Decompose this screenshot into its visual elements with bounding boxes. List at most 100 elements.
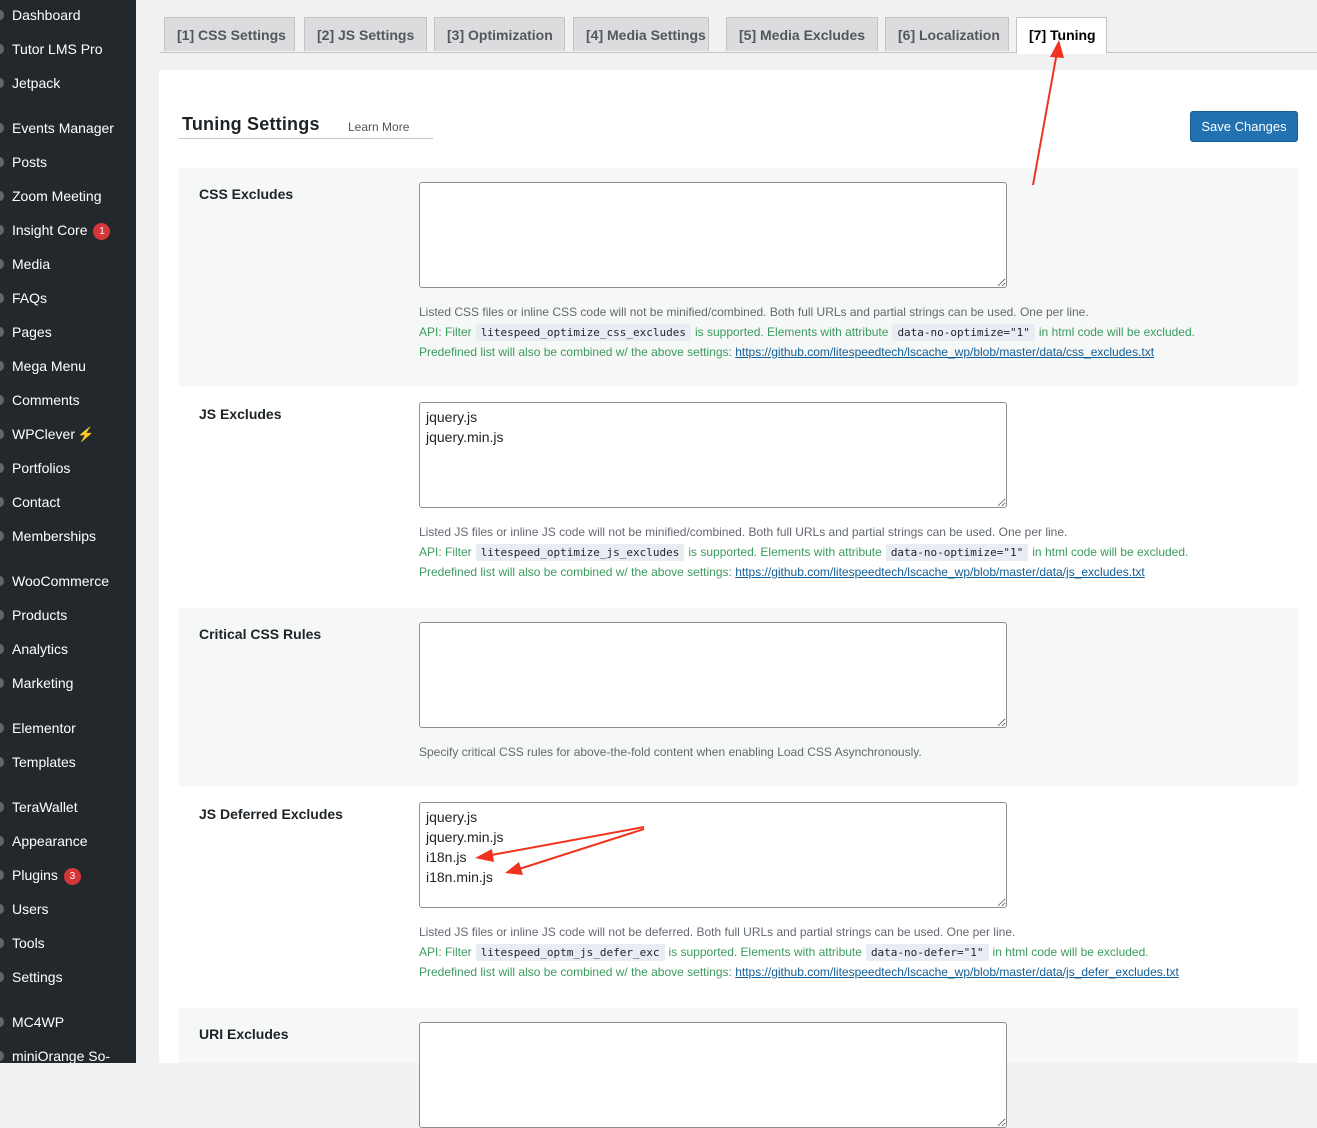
sidebar-item-dashboard[interactable]: Dashboard [0,0,136,30]
api-filter-code: litespeed_optimize_js_excludes [475,544,685,561]
sidebar-item-products[interactable]: Products [0,600,136,630]
sidebar-item-analytics[interactable]: Analytics [0,634,136,664]
sidebar-item-label: Analytics [12,634,68,664]
sidebar-item-miniorange-so[interactable]: miniOrange So- [0,1041,136,1063]
sidebar-item-label: Mega Menu [12,351,86,381]
sidebar-item-label: Products [12,600,67,630]
uri-excludes-textarea[interactable] [419,1022,1007,1128]
css-excludes-textarea[interactable] [419,182,1007,288]
tab-media-excludes[interactable]: [5] Media Excludes [726,17,878,51]
sidebar-item-contact[interactable]: Contact [0,487,136,517]
tab-localization[interactable]: [6] Localization [885,17,1009,51]
sidebar-item-plugins[interactable]: Plugins 3 [0,860,136,890]
sidebar-item-marketing[interactable]: Marketing [0,668,136,698]
sidebar-item-text: Media [12,256,51,272]
sidebar-item-memberships[interactable]: Memberships [0,521,136,551]
sidebar-item-faqs[interactable]: FAQs [0,283,136,313]
sidebar-item-label: FAQs [12,283,47,313]
sidebar-item-pages[interactable]: Pages [0,317,136,347]
critical-css-textarea[interactable] [419,622,1007,728]
sidebar-item-appearance[interactable]: Appearance [0,826,136,856]
sidebar-item-label: Media [12,249,50,279]
sidebar-item-posts[interactable]: Posts [0,147,136,177]
sidebar-item-text: Settings [12,969,63,985]
uri-excludes-label: URI Excludes [199,1026,289,1042]
menu-icon [0,644,4,654]
js-excludes-row: JS Excludes jquery.js jquery.min.js List… [179,388,1298,606]
api-mid: is supported. Elements with attribute [695,325,889,339]
css-excludes-label: CSS Excludes [199,186,294,202]
js-excludes-textarea[interactable]: jquery.js jquery.min.js [419,402,1007,508]
api-mid: is supported. Elements with attribute [668,945,862,959]
admin-sidebar: Dashboard Tutor LMS Pro Jetpack Events Mana… [0,0,136,1063]
sidebar-item-text: MC4WP [12,1014,65,1030]
js-excludes-predefined-link[interactable]: https://github.com/litespeedtech/lscache… [735,565,1145,579]
sidebar-item-label: Posts [12,147,47,177]
sidebar-item-text: Mega Menu [12,358,86,374]
tab-tuning[interactable]: [7] Tuning [1016,17,1107,54]
title-divider [179,138,433,139]
js-deferred-textarea[interactable]: jquery.js jquery.min.js i18n.js i18n.min… [419,802,1007,908]
menu-icon [0,610,4,620]
sidebar-item-label: Appearance [12,826,88,856]
tab-js-settings[interactable]: [2] JS Settings [304,17,427,51]
api-suffix: in html code will be excluded. [1032,545,1189,559]
sidebar-item-mc4wp[interactable]: MC4WP [0,1007,136,1037]
sidebar-item-jetpack[interactable]: Jetpack [0,68,136,98]
sidebar-item-label: Elementor [12,713,76,743]
sidebar-item-label: Marketing [12,668,73,698]
sidebar-item-settings[interactable]: Settings [0,962,136,992]
sidebar-item-portfolios[interactable]: Portfolios [0,453,136,483]
sidebar-item-text: Pages [12,324,52,340]
api-attr-code: data-no-optimize="1" [892,324,1035,341]
js-deferred-predefined-link[interactable]: https://github.com/litespeedtech/lscache… [735,965,1179,979]
sidebar-item-mega-menu[interactable]: Mega Menu [0,351,136,381]
sidebar-item-zoom-meeting[interactable]: Zoom Meeting [0,181,136,211]
tab-media-settings[interactable]: [4] Media Settings [573,17,709,51]
sidebar-item-text: Users [12,901,49,917]
sidebar-item-label: Users [12,894,49,924]
css-excludes-api-note: API: Filter litespeed_optimize_css_exclud… [419,322,1195,343]
sidebar-item-label: Tutor LMS Pro [12,34,103,64]
sidebar-item-label: Events Manager [12,113,114,143]
api-prefix: API: Filter [419,545,472,559]
js-excludes-label: JS Excludes [199,406,282,422]
sidebar-item-text: Analytics [12,641,69,657]
api-prefix: API: Filter [419,325,472,339]
sidebar-item-label: Jetpack [12,68,60,98]
sidebar-item-terawallet[interactable]: TeraWallet [0,792,136,822]
sidebar-item-tutor-lms-pro[interactable]: Tutor LMS Pro [0,34,136,64]
menu-icon [0,576,4,586]
sidebar-item-label: Settings [12,962,63,992]
tab-optimization[interactable]: [3] Optimization [434,17,565,51]
critical-css-row: Critical CSS Rules Specify critical CSS … [179,608,1298,786]
sidebar-item-elementor[interactable]: Elementor [0,713,136,743]
sidebar-item-templates[interactable]: Templates [0,747,136,777]
uri-excludes-row: URI Excludes [179,1008,1298,1128]
sidebar-item-text: Marketing [12,675,74,691]
sidebar-item-media[interactable]: Media [0,249,136,279]
sidebar-item-text: Posts [12,154,48,170]
sidebar-item-label: Dashboard [12,0,81,30]
sidebar-item-insight-core[interactable]: Insight Core 1 [0,215,136,245]
js-deferred-api-note: API: Filter litespeed_optm_js_defer_exc is… [419,942,1149,963]
sidebar-item-woocommerce[interactable]: WooCommerce [0,566,136,596]
js-excludes-api-note: API: Filter litespeed_optimize_js_exclude… [419,542,1188,563]
sidebar-item-text: Products [12,607,68,623]
sidebar-item-comments[interactable]: Comments [0,385,136,415]
learn-more-link[interactable]: Learn More [348,120,409,134]
save-changes-button[interactable]: Save Changes [1190,111,1298,142]
css-excludes-predefined-link[interactable]: https://github.com/litespeedtech/lscache… [735,345,1154,359]
sidebar-item-label: Contact [12,487,60,517]
api-filter-code: litespeed_optimize_css_excludes [475,324,691,341]
sidebar-item-users[interactable]: Users [0,894,136,924]
tab-css-settings[interactable]: [1] CSS Settings [164,17,295,51]
sidebar-item-label: Templates [12,747,76,777]
sidebar-item-text: Memberships [12,528,97,544]
sidebar-item-tools[interactable]: Tools [0,928,136,958]
lightning-icon: ⚡ [77,426,95,442]
sidebar-item-text: FAQs [12,290,48,306]
sidebar-item-events-manager[interactable]: Events Manager [0,113,136,143]
sidebar-item-wpclever[interactable]: WPClever ⚡ [0,419,136,449]
menu-icon [0,429,4,439]
